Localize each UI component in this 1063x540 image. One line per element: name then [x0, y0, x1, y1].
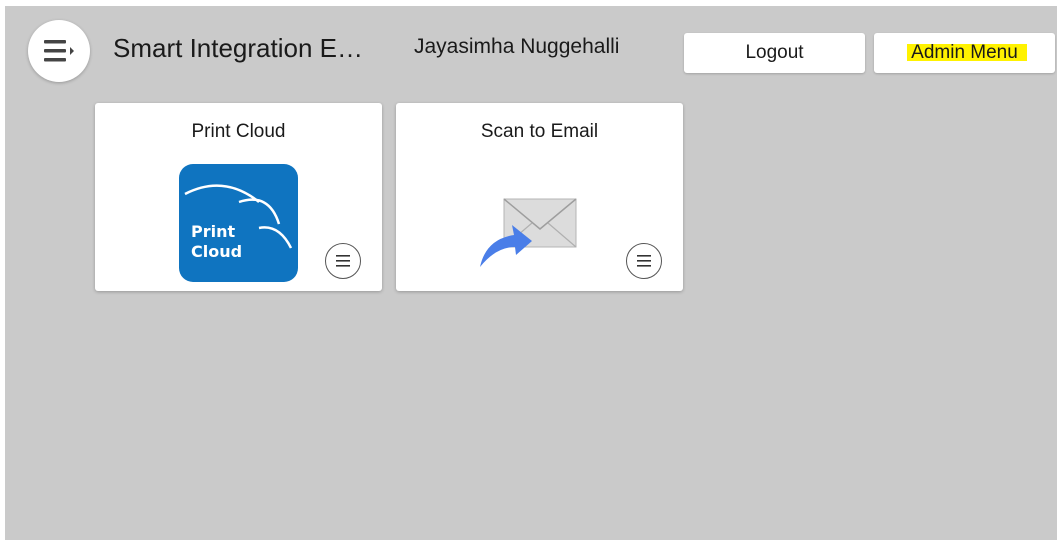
tile-options-button[interactable] [325, 243, 361, 279]
logo-text-line2: Cloud [191, 242, 243, 261]
scan-to-email-icon [480, 198, 577, 267]
logout-label: Logout [745, 42, 804, 63]
user-name: Jayasimha Nuggehalli [414, 35, 620, 58]
app-tile-scan-to-email[interactable]: Scan to Email [396, 103, 683, 291]
list-icon [637, 255, 651, 267]
admin-menu-button[interactable]: Admin Menu [874, 33, 1055, 73]
tile-title: Print Cloud [191, 121, 286, 142]
app-title: Smart Integration E… [113, 33, 363, 63]
admin-menu-label-highlight: Admin Menu [907, 42, 1027, 64]
print-cloud-icon: Print Cloud [179, 164, 298, 282]
list-icon [336, 255, 350, 267]
print-cloud-logo-text: Print Cloud [191, 222, 242, 262]
hamburger-menu-icon [44, 40, 74, 62]
tile-title: Scan to Email [480, 121, 599, 142]
logo-text-line1: Print [191, 222, 236, 241]
app-tile-print-cloud[interactable]: Print Cloud Print Cloud [95, 103, 382, 291]
admin-menu-label: Admin Menu [911, 42, 1018, 63]
logout-button[interactable]: Logout [684, 33, 865, 73]
tile-options-button[interactable] [626, 243, 662, 279]
main-menu-button[interactable] [28, 20, 90, 82]
